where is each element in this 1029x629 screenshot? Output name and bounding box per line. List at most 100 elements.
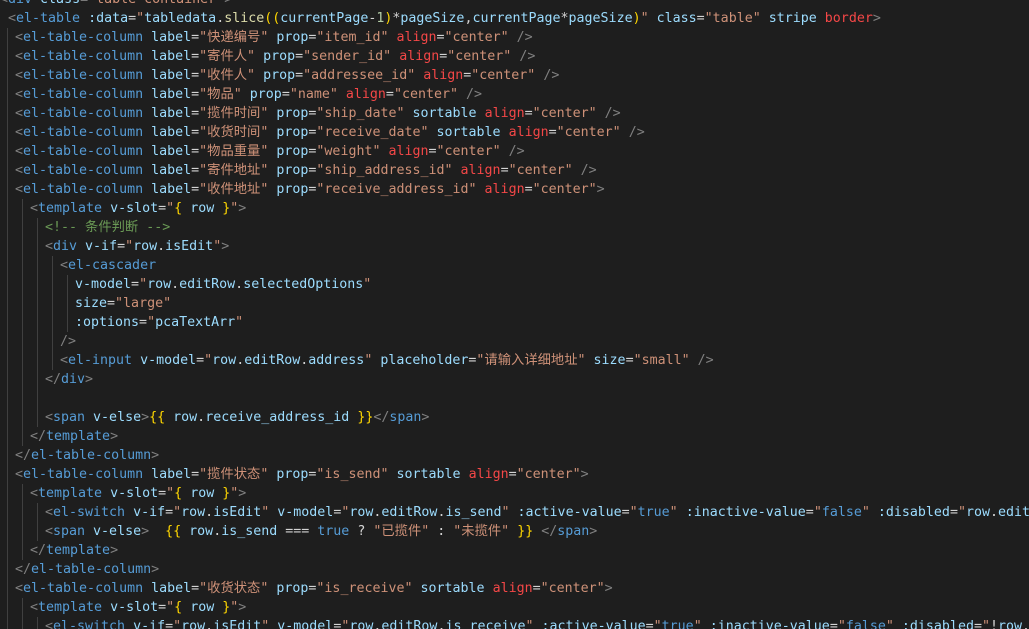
code-line[interactable]: <el-table-column label="寄件地址" prop="ship… [0,161,1029,180]
code-token: " [640,11,649,26]
code-line[interactable]: <!-- 条件判断 --> [0,218,1029,237]
code-token: ) [632,11,641,26]
code-token: "center" [516,467,581,482]
code-text: <el-cascader [60,256,156,275]
code-text: <!-- 条件判断 --> [45,218,170,237]
code-line[interactable]: <el-table-column label="寄件人" prop="sende… [0,47,1029,66]
code-token: < [0,0,8,7]
code-line[interactable]: <span v-else> {{ row.is_send === true ? … [0,522,1029,541]
code-token: " [136,11,145,26]
code-line[interactable]: <el-table-column label="收货状态" prop="is_r… [0,579,1029,598]
code-token: = [191,49,200,64]
code-token: </ [15,562,32,577]
code-token: = [191,106,200,121]
code-line[interactable]: </template> [0,541,1029,560]
code-line[interactable]: <el-table :data="tabledata.slice((curren… [0,9,1029,28]
code-line[interactable]: </el-table-column> [0,446,1029,465]
code-line[interactable]: <el-cascader [0,256,1029,275]
code-text: <span v-else>{{ row.receive_address_id }… [45,408,429,427]
indent-guide [22,541,23,560]
code-token: { [174,201,183,216]
indent-guide [52,332,53,351]
code-token: prop [276,125,309,140]
code-token: < [15,106,24,121]
code-line[interactable]: <el-table-column label="收货时间" prop="rece… [0,123,1029,142]
indent-guide [37,617,38,629]
indent-guide [7,579,8,598]
code-token: > [85,372,94,387]
code-token: < [30,486,39,501]
code-text: </template> [30,427,118,446]
code-line[interactable]: <div class="table-container"> [0,0,1029,9]
code-token: v-model [75,277,132,292]
code-line[interactable]: </el-table-column> [0,560,1029,579]
code-token: < [60,258,69,273]
code-line[interactable]: <el-table-column label="物品" prop="name" … [0,85,1029,104]
code-token: el-table-column [31,562,152,577]
code-token: :active-value [517,505,622,520]
code-token: < [45,619,54,629]
code-line[interactable]: <el-table-column label="物品重量" prop="weig… [0,142,1029,161]
code-line[interactable]: <template v-slot="{ row }"> [0,199,1029,218]
code-token: " [166,201,175,216]
code-line[interactable]: <el-table-column label="揽件状态" prop="is_s… [0,465,1029,484]
code-token: (( [264,11,281,26]
code-line[interactable]: <el-table-column label="快递编号" prop="item… [0,28,1029,47]
code-line[interactable]: <template v-slot="{ row }"> [0,598,1029,617]
indent-guide [37,389,38,408]
code-line[interactable]: size="large" [0,294,1029,313]
indent-guide [22,313,23,332]
code-lines[interactable]: <div class="table-container"> <el-table … [0,0,1029,629]
code-text: </el-table-column> [15,446,159,465]
code-token: address [308,353,365,368]
code-line[interactable]: </div> [0,370,1029,389]
code-token: </ [30,543,47,558]
code-text: <el-table-column label="快递编号" prop="item… [15,28,533,47]
indent-guide [7,408,8,427]
code-line[interactable]: :options="pcaTextArr" [0,313,1029,332]
code-line[interactable]: v-model="row.editRow.selectedOptions" [0,275,1029,294]
code-token: = [295,49,304,64]
code-line[interactable]: <el-switch v-if="row.isEdit" v-model="ro… [0,503,1029,522]
code-line[interactable]: </template> [0,427,1029,446]
code-token: v-if [133,619,166,629]
code-token: /> [543,68,560,83]
code-text: <el-table-column label="物品" prop="name" … [15,85,482,104]
code-token: sortable [420,581,485,596]
code-line[interactable]: <div v-if="row.isEdit"> [0,237,1029,256]
indent-guide [22,332,23,351]
code-line[interactable] [0,389,1029,408]
code-editor[interactable]: <div class="table-container"> <el-table … [0,0,1029,629]
code-token: "name" [289,87,338,102]
indent-guide [22,617,23,629]
code-token: = [191,163,200,178]
code-line[interactable]: <template v-slot="{ row }"> [0,484,1029,503]
code-token: </ [541,524,558,539]
indent-guide [7,294,8,313]
code-token: row [965,505,991,520]
code-line[interactable]: <el-table-column label="收件人" prop="addre… [0,66,1029,85]
code-line[interactable]: <el-switch v-if="row.isEdit" v-model="ro… [0,617,1029,629]
indent-guide [22,598,23,617]
code-token: "揽件状态" [199,467,269,482]
indent-guide [7,256,8,275]
code-token: el-table-column [23,30,152,45]
code-line[interactable]: <el-table-column label="收件地址" prop="rece… [0,180,1029,199]
indent-guide [37,503,38,522]
code-token: = [973,619,982,629]
code-token: = [696,11,705,26]
code-token: "收货状态" [199,581,269,596]
code-token: size [593,353,626,368]
code-line[interactable]: <el-input v-model="row.editRow.address" … [0,351,1029,370]
code-token: slice [224,11,265,26]
code-line[interactable]: <el-table-column label="揽件时间" prop="ship… [0,104,1029,123]
code-line[interactable]: <span v-else>{{ row.receive_address_id }… [0,408,1029,427]
indent-guide [37,294,38,313]
code-token: "weight" [316,144,381,159]
code-line[interactable]: /> [0,332,1029,351]
